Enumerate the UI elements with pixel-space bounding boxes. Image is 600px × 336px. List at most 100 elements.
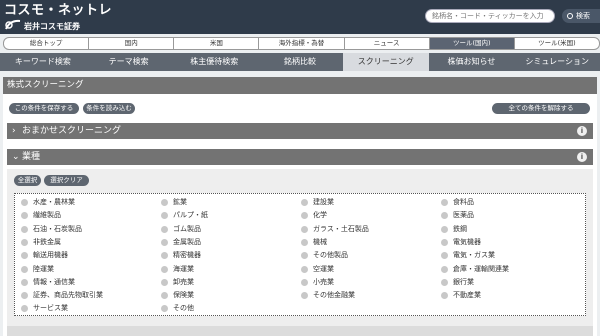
section-industry-label: 業種 [22, 152, 41, 162]
industry-label: パルプ・紙 [173, 211, 208, 220]
checkbox-circle-icon[interactable] [441, 278, 448, 286]
company-name: 岩井コスモ証券 [24, 22, 80, 31]
industry-label: 不動産業 [453, 291, 481, 300]
clear-selection-button[interactable]: 選択クリア [44, 175, 89, 186]
logo-sub: 岩井コスモ証券 [4, 19, 94, 32]
checkbox-circle-icon[interactable] [161, 278, 168, 286]
industry-label: 機械 [313, 237, 327, 246]
checkbox-circle-icon[interactable] [161, 305, 168, 313]
nav-stock-compare[interactable]: 銘柄比較 [257, 53, 343, 71]
site-logo[interactable]: コスモ・ネットレ 岩井コスモ証券 [4, 3, 113, 31]
search-input[interactable] [425, 9, 555, 23]
search-icon [567, 13, 573, 19]
checkbox-circle-icon[interactable] [441, 292, 448, 300]
industry-label: 繊維製品 [33, 211, 61, 220]
checkbox-circle-icon[interactable] [441, 238, 448, 246]
industry-label: 証券、商品先物取引業 [33, 291, 103, 300]
industry-label: 電気機器 [453, 237, 481, 246]
industry-label: 石油・石炭製品 [33, 224, 82, 233]
chevron-down-icon: ⌄ [12, 152, 20, 162]
select-all-button[interactable]: 全選択 [14, 175, 41, 186]
industry-label: 化学 [313, 211, 327, 220]
load-conditions-button[interactable]: 条件を読み込む [83, 103, 135, 114]
industry-label: その他製品 [313, 251, 348, 260]
checkbox-circle-icon[interactable] [161, 199, 168, 206]
industry-label: 電気・ガス業 [453, 251, 495, 260]
tab-tools-domestic[interactable]: ツール(国内) [429, 37, 515, 50]
save-conditions-button[interactable]: この条件を保存する [9, 103, 79, 114]
industry-label: 銀行業 [453, 277, 474, 286]
checkbox-circle-icon[interactable] [161, 292, 168, 300]
checkbox-circle-icon[interactable] [301, 252, 308, 260]
logo-mark-icon [5, 19, 21, 30]
industry-label: その他 [173, 304, 194, 313]
top-tabs: 総合トップ 国内 米国 海外指標・為替 ニュース ツール(国内) ツール(米国) [3, 37, 600, 50]
nav-shareholder-benefit-search[interactable]: 株主優待検索 [171, 53, 257, 71]
nav-simulation[interactable]: シミュレーション [514, 53, 600, 71]
checkbox-circle-icon[interactable] [21, 225, 28, 233]
clear-all-conditions-button[interactable]: 全ての条件を解除する [492, 103, 590, 114]
tab-us[interactable]: 米国 [174, 37, 260, 50]
chevron-right-icon: › [12, 126, 16, 136]
industry-label: 倉庫・運輸関連業 [453, 264, 509, 273]
tab-overseas-fx[interactable]: 海外指標・為替 [259, 37, 345, 50]
checkbox-circle-icon[interactable] [21, 305, 28, 313]
checkbox-circle-icon[interactable] [301, 238, 308, 246]
checkbox-circle-icon[interactable] [301, 278, 308, 286]
checkbox-circle-icon[interactable] [21, 238, 28, 246]
info-icon[interactable]: i [577, 152, 587, 162]
checkbox-circle-icon[interactable] [21, 199, 28, 206]
screening-panel: この条件を保存する 条件を読み込む 全ての条件を解除する › おまかせスクリーニ… [3, 94, 597, 336]
industry-label: 保険業 [173, 291, 194, 300]
industry-label: 建設業 [313, 198, 334, 206]
industry-label: 情報・通信業 [33, 277, 75, 286]
checkbox-circle-icon[interactable] [21, 212, 28, 220]
divider [7, 326, 593, 336]
checkbox-circle-icon[interactable] [301, 225, 308, 233]
industry-label: 水産・農林業 [33, 198, 75, 206]
industry-label: 医薬品 [453, 211, 474, 220]
industry-label: 金属製品 [173, 237, 201, 246]
nav-keyword-search[interactable]: キーワード検索 [0, 53, 86, 71]
industry-label: 空運業 [313, 264, 334, 273]
checkbox-circle-icon[interactable] [161, 225, 168, 233]
section-omakase-screening[interactable]: › おまかせスクリーニング i [7, 123, 593, 139]
tab-top[interactable]: 総合トップ [3, 37, 90, 50]
checkbox-circle-icon[interactable] [441, 212, 448, 220]
checkbox-circle-icon[interactable] [161, 212, 168, 220]
checkbox-circle-icon[interactable] [161, 238, 168, 246]
checkbox-circle-icon[interactable] [21, 292, 28, 300]
checkbox-circle-icon[interactable] [161, 252, 168, 260]
tab-news[interactable]: ニュース [344, 37, 430, 50]
industry-label: 食料品 [453, 198, 474, 206]
industry-label: ゴム製品 [173, 224, 201, 233]
industry-label: その他金融業 [313, 291, 355, 300]
tools-nav: キーワード検索 テーマ検索 株主優待検索 銘柄比較 スクリーニング 株価お知らせ… [0, 53, 600, 71]
checkbox-circle-icon[interactable] [301, 292, 308, 300]
search-button[interactable]: 検索 [562, 9, 600, 23]
industry-label: 非鉄金属 [33, 237, 61, 246]
nav-theme-search[interactable]: テーマ検索 [86, 53, 172, 71]
industry-checkbox-list: 水産・農林業 鉱業 建設業 食料品 繊維製品 パルプ・紙 化学 医薬品 石油・石炭製品 ゴム製品 ガ… [14, 193, 586, 316]
checkbox-circle-icon[interactable] [21, 265, 28, 273]
nav-screening[interactable]: スクリーニング [342, 53, 429, 71]
checkbox-circle-icon[interactable] [301, 265, 308, 273]
tab-tools-us[interactable]: ツール(米国) [514, 37, 600, 50]
tab-domestic[interactable]: 国内 [89, 37, 175, 50]
info-icon[interactable]: i [577, 126, 587, 136]
section-industry[interactable]: ⌄ 業種 i [7, 149, 593, 165]
industry-label: 小売業 [313, 277, 334, 286]
checkbox-circle-icon[interactable] [21, 278, 28, 286]
logo-text: コスモ・ネットレ [4, 3, 113, 18]
industry-label: 海運業 [173, 264, 194, 273]
industry-label: 卸売業 [173, 277, 194, 286]
checkbox-circle-icon[interactable] [441, 199, 448, 206]
checkbox-circle-icon[interactable] [441, 265, 448, 273]
checkbox-circle-icon[interactable] [441, 225, 448, 233]
checkbox-circle-icon[interactable] [301, 212, 308, 220]
nav-price-alert[interactable]: 株価お知らせ [429, 53, 515, 71]
checkbox-circle-icon[interactable] [161, 265, 168, 273]
checkbox-circle-icon[interactable] [441, 252, 448, 260]
checkbox-circle-icon[interactable] [301, 199, 308, 206]
checkbox-circle-icon[interactable] [21, 252, 28, 260]
